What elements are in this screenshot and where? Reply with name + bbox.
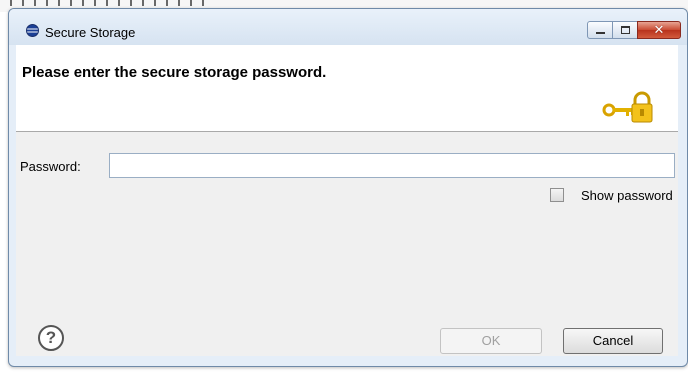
password-input[interactable] (109, 153, 675, 178)
minimize-icon (596, 32, 605, 34)
titlebar[interactable]: Secure Storage ✕ (9, 9, 687, 45)
help-icon[interactable]: ? (38, 325, 64, 351)
close-button[interactable]: ✕ (637, 21, 681, 39)
minimize-button[interactable] (587, 21, 613, 39)
password-label: Password: (20, 159, 81, 174)
eclipse-icon (26, 24, 39, 37)
show-password-checkbox[interactable] (550, 188, 564, 202)
dialog-content: Please enter the secure storage password… (16, 45, 678, 356)
ok-button[interactable]: OK (440, 328, 542, 354)
banner-message: Please enter the secure storage password… (22, 64, 327, 81)
cancel-button[interactable]: Cancel (563, 328, 663, 354)
show-password-label[interactable]: Show password (581, 188, 673, 203)
maximize-icon (621, 26, 630, 34)
background-ruler (10, 0, 210, 6)
key-lock-icon (602, 91, 653, 123)
close-icon: ✕ (653, 22, 665, 37)
secure-storage-dialog: Secure Storage ✕ Please enter the secure… (8, 8, 688, 367)
window-title: Secure Storage (45, 25, 136, 40)
message-banner: Please enter the secure storage password… (16, 45, 678, 132)
maximize-button[interactable] (612, 21, 638, 39)
